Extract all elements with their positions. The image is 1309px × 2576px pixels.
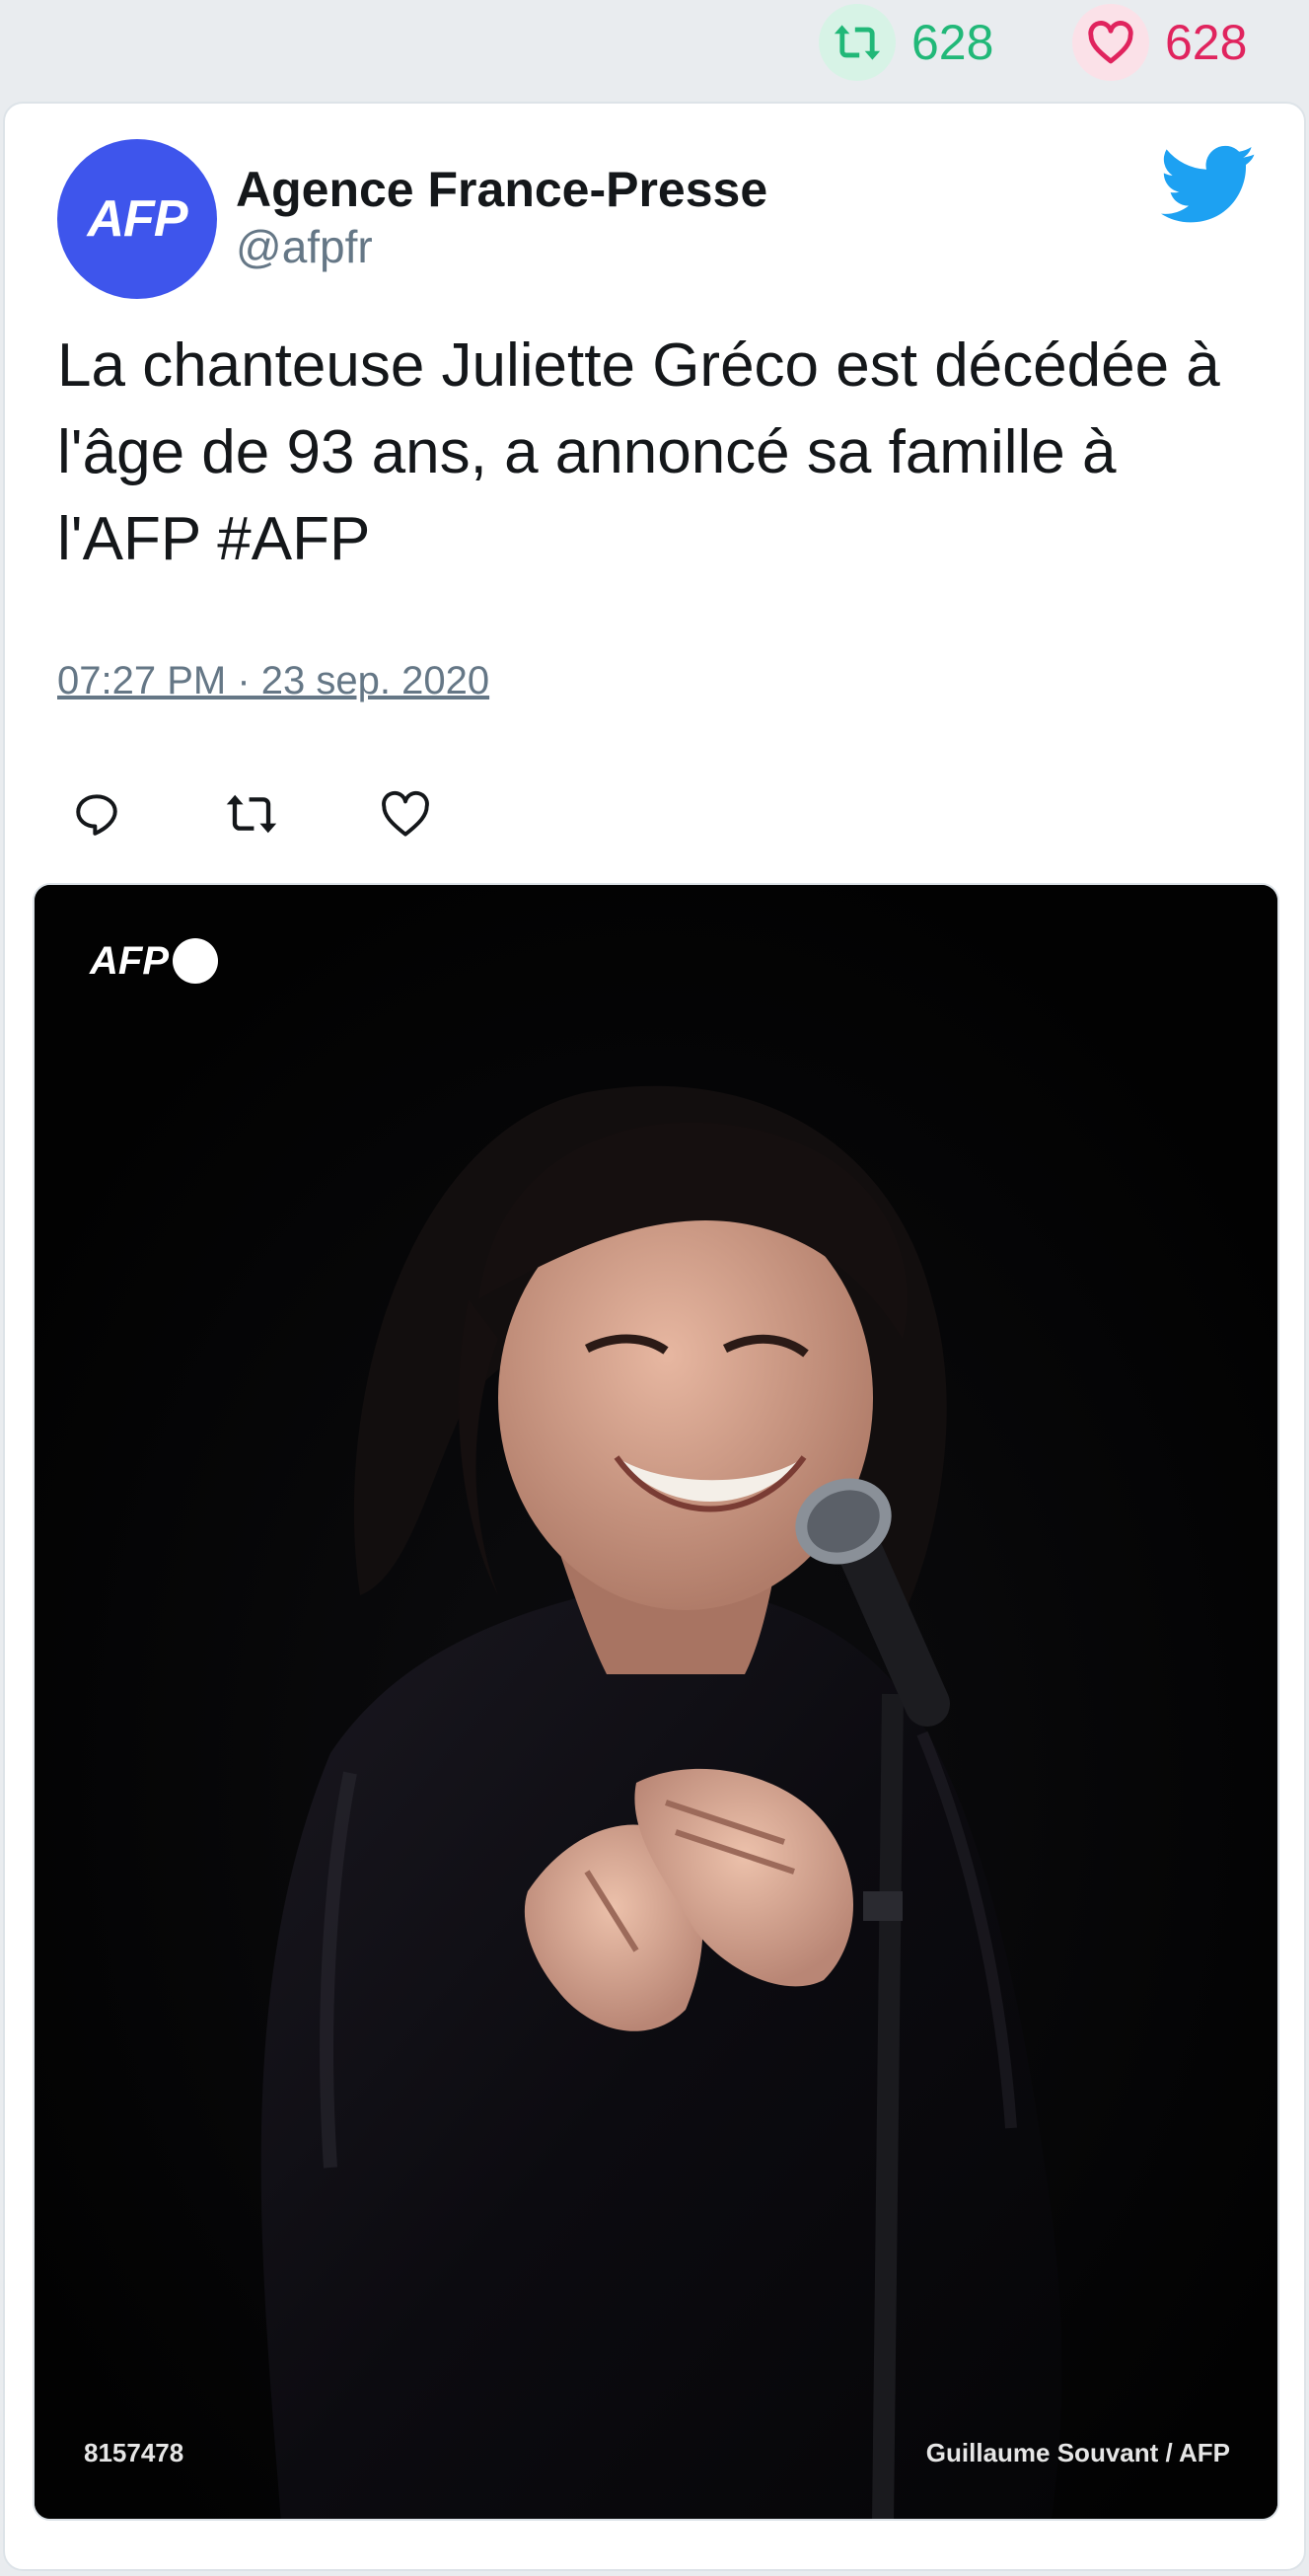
reply-icon[interactable] [57,774,136,853]
singer-photo [35,885,1277,2519]
retweet-stat[interactable]: 628 [819,4,994,81]
avatar-label: AFP [87,190,188,248]
retweet-action-icon[interactable] [212,774,291,853]
author-handle[interactable]: @afpfr [236,220,373,273]
tweet-card: AFP Agence France-Presse @afpfr La chant… [3,102,1306,2571]
like-stat[interactable]: 628 [1072,4,1248,81]
afp-watermark-logo: AFP [90,938,218,984]
tweet-stats-bar: 628 628 [0,0,1309,99]
heart-icon[interactable] [1072,4,1149,81]
author-name[interactable]: Agence France-Presse [236,161,767,218]
photo-id: 8157478 [84,2438,184,2467]
like-count: 628 [1165,15,1248,70]
retweet-icon[interactable] [819,4,896,81]
watermark-text: AFP [90,938,169,983]
tweet-photo[interactable]: AFP 8157478 Guillaume Souvant / AFP [33,883,1279,2521]
like-icon[interactable] [366,774,445,853]
avatar[interactable]: AFP [57,139,217,299]
retweet-count: 628 [911,15,994,70]
watermark-dot [173,938,218,984]
twitter-bird-icon[interactable] [1161,143,1256,226]
photo-credit: Guillaume Souvant / AFP [925,2438,1230,2467]
tweet-text: La chanteuse Juliette Gréco est décédée … [57,331,1220,573]
tweet-timestamp[interactable]: 07:27 PM · 23 sep. 2020 [57,659,489,703]
